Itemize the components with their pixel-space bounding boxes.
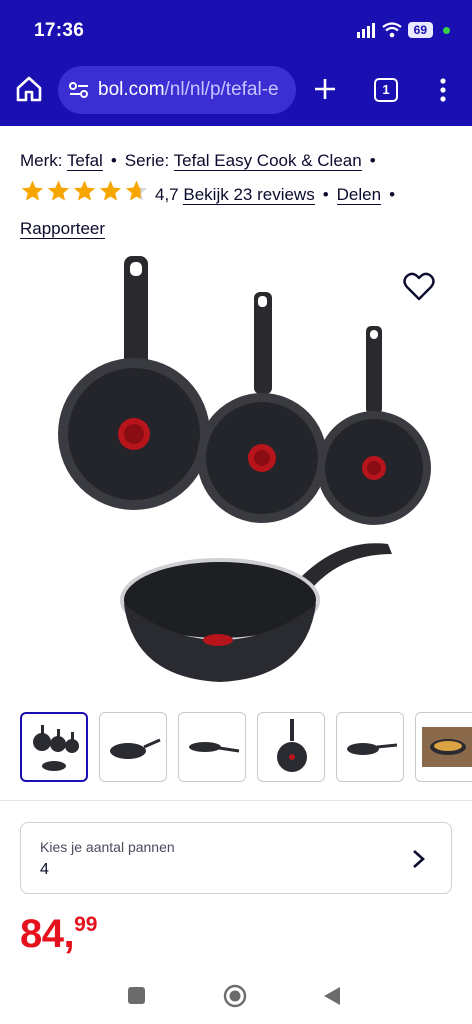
brand-label: Merk: xyxy=(20,151,63,170)
price-main: 84, xyxy=(20,912,75,956)
new-tab-icon[interactable] xyxy=(312,76,338,102)
favorite-heart-icon[interactable] xyxy=(402,270,436,304)
thumbnail-pan-angle-icon xyxy=(347,743,398,755)
wok xyxy=(120,543,392,682)
pan-medium xyxy=(197,292,327,523)
tab-switcher-button[interactable]: 1 xyxy=(374,78,398,102)
rating-line: 4,7 Bekijk 23 reviews • Delen • xyxy=(20,178,460,212)
star-icon xyxy=(47,180,70,201)
back-icon[interactable] xyxy=(322,985,342,1007)
thumbnail-strip xyxy=(20,712,472,782)
report-line: Rapporteer xyxy=(20,212,460,246)
star-icon xyxy=(73,180,96,201)
wifi-icon xyxy=(381,22,402,38)
thumbnail-pan-side-icon xyxy=(110,738,161,759)
thumbnail-4[interactable] xyxy=(257,712,325,782)
section-divider xyxy=(0,800,472,801)
brand-series-line: Merk: Tefal • Serie: Tefal Easy Cook & Cle… xyxy=(20,144,460,178)
series-label: Serie: xyxy=(124,151,170,170)
thumbnail-6[interactable] xyxy=(415,712,472,782)
site-settings-icon[interactable] xyxy=(68,80,90,100)
home-nav-icon[interactable] xyxy=(223,984,247,1008)
selector-label: Kies je aantal pannen xyxy=(40,839,175,855)
rating-stars xyxy=(20,179,149,203)
reviews-link[interactable]: Bekijk 23 reviews xyxy=(183,185,315,205)
selector-value: 4 xyxy=(40,861,49,878)
thumbnail-pan-flat-icon xyxy=(189,742,240,753)
star-icon xyxy=(125,180,148,201)
thumbnail-pan-top-icon xyxy=(277,719,307,772)
separator: • xyxy=(110,151,117,170)
star-icon xyxy=(99,180,122,201)
chevron-right-icon xyxy=(413,850,425,868)
status-icons: 69 xyxy=(356,22,450,38)
system-nav-bar xyxy=(0,968,472,1024)
home-icon[interactable] xyxy=(14,74,44,104)
thumbnail-lifestyle-icon xyxy=(422,727,472,767)
series-link[interactable]: Tefal Easy Cook & Clean xyxy=(173,151,362,171)
separator: • xyxy=(389,185,396,204)
price-cents: 99 xyxy=(74,913,98,936)
separator: • xyxy=(369,151,376,170)
separator: • xyxy=(322,185,329,204)
rating-value: 4,7 xyxy=(155,185,179,204)
privacy-dot-icon xyxy=(443,26,450,34)
url-host: bol.com xyxy=(98,79,165,100)
more-menu-icon[interactable] xyxy=(434,76,452,104)
browser-chrome: 17:36 69 bol.com/nl/nl/p/tefal-e 1 xyxy=(0,0,472,126)
signal-icon xyxy=(356,23,375,38)
report-link[interactable]: Rapporteer xyxy=(20,219,106,239)
browser-toolbar: bol.com/nl/nl/p/tefal-e 1 xyxy=(0,64,472,116)
address-bar[interactable]: bol.com/nl/nl/p/tefal-e xyxy=(58,66,296,114)
thumbnail-2[interactable] xyxy=(99,712,167,782)
recents-icon[interactable] xyxy=(128,987,145,1004)
url-path: /nl/nl/p/tefal-e xyxy=(164,79,279,100)
pan-count-selector[interactable]: Kies je aantal pannen 4 xyxy=(20,822,452,894)
thumbnail-1[interactable] xyxy=(20,712,88,782)
pan-small xyxy=(317,326,431,525)
share-link[interactable]: Delen xyxy=(336,185,382,205)
url-text: bol.com/nl/nl/p/tefal-e xyxy=(98,79,279,101)
pan-large xyxy=(58,256,210,510)
status-bar: 17:36 69 xyxy=(0,0,472,60)
product-price: 84,99 xyxy=(20,912,97,957)
thumbnail-pan-set-icon xyxy=(33,725,79,771)
product-image[interactable] xyxy=(40,248,440,688)
battery-indicator: 69 xyxy=(407,22,433,38)
brand-link[interactable]: Tefal xyxy=(66,151,103,171)
status-time: 17:36 xyxy=(34,20,85,41)
product-meta: Merk: Tefal • Serie: Tefal Easy Cook & Cle… xyxy=(20,144,460,246)
thumbnail-3[interactable] xyxy=(178,712,246,782)
thumbnail-5[interactable] xyxy=(336,712,404,782)
star-icon xyxy=(21,180,44,201)
